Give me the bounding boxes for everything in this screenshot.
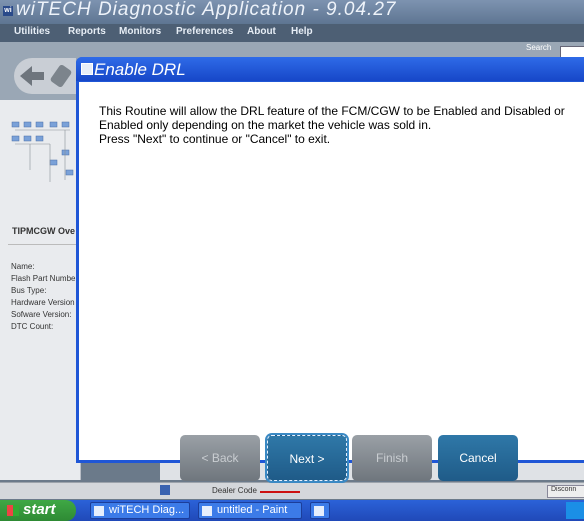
back-button[interactable]: < Back [180, 435, 260, 481]
start-label: start [23, 501, 56, 518]
field-bus-type: Bus Type: [11, 286, 47, 295]
task-unnamed[interactable] [310, 502, 330, 519]
dialog-window-icon [81, 63, 93, 75]
redacted-mark [260, 491, 300, 493]
cancel-button[interactable]: Cancel [438, 435, 518, 481]
search-label: Search [526, 43, 552, 52]
menu-utilities[interactable]: Utilities [14, 26, 50, 37]
witech-logo-icon: wi [3, 6, 13, 16]
app-title-bar: wi wiTECH Diagnostic Application - 9.04.… [0, 0, 584, 24]
message-line: Enabled only depending on the market the… [99, 118, 432, 132]
taskbar: start wiTECH Diag... untitled - Paint [0, 500, 584, 521]
menu-about[interactable]: About [247, 26, 276, 37]
next-button[interactable]: Next > [267, 435, 347, 481]
finish-button[interactable]: Finish [352, 435, 432, 481]
system-tray[interactable] [566, 502, 584, 519]
task-label: wiTECH Diag... [109, 504, 185, 516]
field-name: Name: [11, 262, 35, 271]
menu-bar: Utilities Reports Monitors Preferences A… [0, 24, 584, 42]
vehicle-icon[interactable] [48, 62, 74, 90]
field-dtc-count: DTC Count: [11, 322, 54, 331]
windows-logo-icon [7, 505, 19, 516]
back-arrow-icon[interactable] [18, 64, 46, 88]
start-button[interactable]: start [0, 500, 76, 521]
app-task-icon [314, 506, 324, 516]
dialog-title-bar: Enable DRL [76, 57, 584, 81]
message-line: Press "Next" to continue or "Cancel" to … [99, 132, 331, 146]
menu-preferences[interactable]: Preferences [176, 26, 233, 37]
status-icon [160, 485, 170, 495]
field-software-version: Sofware Version: [11, 310, 72, 319]
menu-reports[interactable]: Reports [68, 26, 106, 37]
status-bar: Dealer Code Disconn [0, 482, 584, 499]
menu-monitors[interactable]: Monitors [119, 26, 161, 37]
divider [8, 244, 78, 245]
task-label: untitled - Paint [217, 504, 288, 516]
task-witech[interactable]: wiTECH Diag... [90, 502, 190, 519]
dialog-title: Enable DRL [94, 60, 186, 79]
module-title: TIPMCGW Ove [12, 226, 76, 236]
enable-drl-dialog: Enable DRL This Routine will allow the D… [76, 57, 584, 481]
app-title: wiTECH Diagnostic Application - 9.04.27 [16, 0, 397, 20]
witech-task-icon [94, 506, 104, 516]
field-hardware-version: Hardware Version [11, 298, 75, 307]
topology-diagram-icon[interactable] [10, 110, 76, 190]
task-paint[interactable]: untitled - Paint [198, 502, 302, 519]
module-panel: TIPMCGW Ove Name: Flash Part Numbe Bus T… [0, 100, 81, 480]
routine-message: This Routine will allow the DRL feature … [99, 104, 584, 146]
dialog-body: This Routine will allow the DRL feature … [79, 82, 584, 481]
message-line: This Routine will allow the DRL feature … [99, 104, 565, 118]
dealer-code-label: Dealer Code [212, 486, 257, 495]
menu-help[interactable]: Help [291, 26, 313, 37]
paint-task-icon [202, 506, 212, 516]
disconnect-button[interactable]: Disconn [547, 485, 584, 498]
field-flash-part-number: Flash Part Numbe [11, 274, 76, 283]
